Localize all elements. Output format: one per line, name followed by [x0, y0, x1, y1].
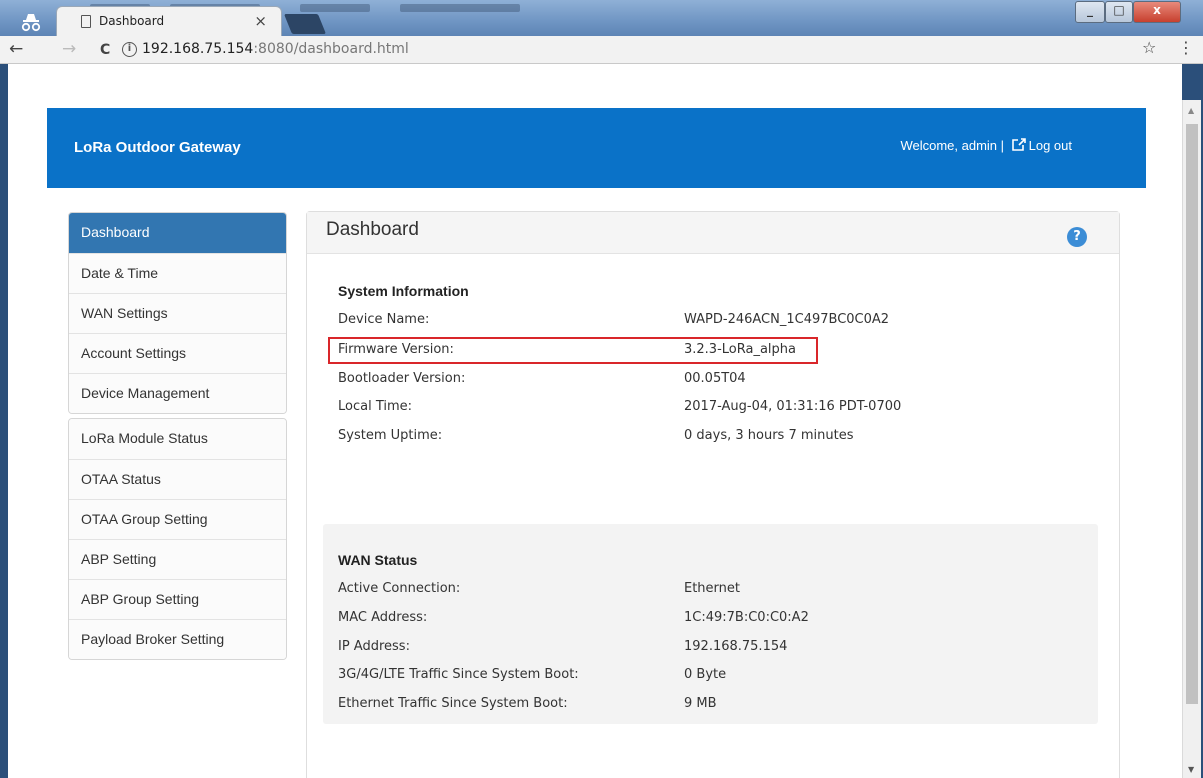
blurred-region: [300, 4, 370, 12]
wan-label: MAC Address:: [338, 610, 428, 625]
info-label: Device Name:: [338, 312, 430, 327]
wan-status-box: WAN Status Active Connection: Ethernet M…: [323, 524, 1098, 724]
info-value: 3.2.3-LoRa_alpha: [684, 342, 796, 357]
sidebar-item-lora-module-status[interactable]: LoRa Module Status: [69, 419, 286, 459]
dashboard-panel: Dashboard ? System Information Device Na…: [306, 211, 1120, 778]
info-label: Local Time:: [338, 399, 413, 414]
page-icon: [81, 15, 91, 28]
wan-label: Active Connection:: [338, 581, 461, 596]
info-value: 2017-Aug-04, 01:31:16 PDT-0700: [684, 399, 902, 414]
incognito-icon: [21, 14, 41, 32]
panel-header: Dashboard ?: [307, 212, 1119, 254]
url-host: 192.168.75.154: [142, 41, 254, 57]
sidebar-item-abp-group-setting[interactable]: ABP Group Setting: [69, 579, 286, 619]
sidebar-item-wan-settings[interactable]: WAN Settings: [69, 293, 286, 333]
window-close-button[interactable]: x: [1133, 1, 1181, 23]
bookmark-star-icon[interactable]: ☆: [1142, 38, 1156, 57]
reload-icon[interactable]: C: [100, 42, 110, 58]
sidebar-item-payload-broker-setting[interactable]: Payload Broker Setting: [69, 619, 286, 659]
wan-value: 9 MB: [684, 696, 717, 711]
browser-toolbar: ← → C i 192.168.75.154:8080/dashboard.ht…: [0, 36, 1203, 64]
sidebar-item-date-time[interactable]: Date & Time: [69, 253, 286, 293]
sidebar-nav: Dashboard Date & Time WAN Settings Accou…: [68, 212, 287, 664]
scroll-down-icon[interactable]: ▼: [1188, 765, 1194, 774]
url-path: :8080/dashboard.html: [253, 41, 409, 57]
back-arrow-icon[interactable]: ←: [9, 39, 23, 59]
logout-label: Log out: [1028, 138, 1072, 153]
info-label: Firmware Version:: [338, 342, 454, 357]
wan-value: 1C:49:7B:C0:C0:A2: [684, 610, 809, 625]
page-viewport: LoRa Outdoor Gateway Welcome, admin | Lo…: [8, 64, 1182, 778]
minimize-icon: _: [1087, 3, 1093, 17]
sidebar-item-dashboard[interactable]: Dashboard: [69, 213, 286, 253]
blurred-region: [400, 4, 520, 12]
user-info: Welcome, admin | Log out: [900, 137, 1072, 153]
close-icon: x: [1153, 3, 1161, 17]
forward-arrow-icon[interactable]: →: [62, 39, 76, 59]
browser-tab-dashboard[interactable]: Dashboard ×: [56, 6, 282, 36]
wan-value: 0 Byte: [684, 667, 727, 682]
address-bar[interactable]: i 192.168.75.154:8080/dashboard.html: [122, 41, 1132, 61]
info-label: System Uptime:: [338, 428, 443, 443]
tab-title: Dashboard: [99, 14, 165, 28]
sidebar-item-account-settings[interactable]: Account Settings: [69, 333, 286, 373]
maximize-icon: □: [1113, 3, 1125, 17]
help-icon[interactable]: ?: [1067, 227, 1087, 247]
page-scrollbar[interactable]: ▲ ▼: [1182, 100, 1201, 778]
sidebar-group-lora: LoRa Module Status OTAA Status OTAA Grou…: [68, 418, 287, 660]
wan-value: Ethernet: [684, 581, 740, 596]
sidebar-item-device-management[interactable]: Device Management: [69, 373, 286, 413]
scrollbar-thumb[interactable]: [1186, 124, 1198, 704]
window-minimize-button[interactable]: _: [1075, 1, 1105, 23]
wan-label: 3G/4G/LTE Traffic Since System Boot:: [338, 667, 579, 682]
url-text: 192.168.75.154:8080/dashboard.html: [142, 41, 409, 57]
info-icon[interactable]: i: [122, 42, 137, 57]
scroll-up-icon[interactable]: ▲: [1188, 106, 1194, 115]
wan-value: 192.168.75.154: [684, 639, 788, 654]
window-maximize-button[interactable]: □: [1105, 1, 1133, 23]
tab-close-button[interactable]: ×: [254, 12, 267, 30]
app-header: LoRa Outdoor Gateway Welcome, admin | Lo…: [47, 108, 1146, 188]
brand-title: LoRa Outdoor Gateway: [74, 139, 241, 156]
browser-titlebar: Dashboard × _ □ x: [0, 0, 1203, 36]
info-value: 0 days, 3 hours 7 minutes: [684, 428, 854, 443]
wan-label: IP Address:: [338, 639, 410, 654]
wan-label: Ethernet Traffic Since System Boot:: [338, 696, 568, 711]
welcome-text: Welcome, admin |: [900, 138, 1004, 153]
info-label: Bootloader Version:: [338, 371, 466, 386]
sidebar-item-otaa-group-setting[interactable]: OTAA Group Setting: [69, 499, 286, 539]
sidebar-group-system: Dashboard Date & Time WAN Settings Accou…: [68, 212, 287, 414]
external-link-icon: [1011, 138, 1026, 151]
system-information-title: System Information: [338, 283, 469, 299]
logout-link[interactable]: Log out: [1008, 138, 1072, 153]
page-title: Dashboard: [326, 219, 419, 240]
info-value: WAPD-246ACN_1C497BC0C0A2: [684, 312, 890, 327]
new-tab-button[interactable]: [283, 14, 327, 34]
info-value: 00.05T04: [684, 371, 746, 386]
browser-menu-icon[interactable]: ⋮: [1178, 38, 1194, 57]
sidebar-item-otaa-status[interactable]: OTAA Status: [69, 459, 286, 499]
wan-status-title: WAN Status: [338, 552, 418, 568]
sidebar-item-abp-setting[interactable]: ABP Setting: [69, 539, 286, 579]
